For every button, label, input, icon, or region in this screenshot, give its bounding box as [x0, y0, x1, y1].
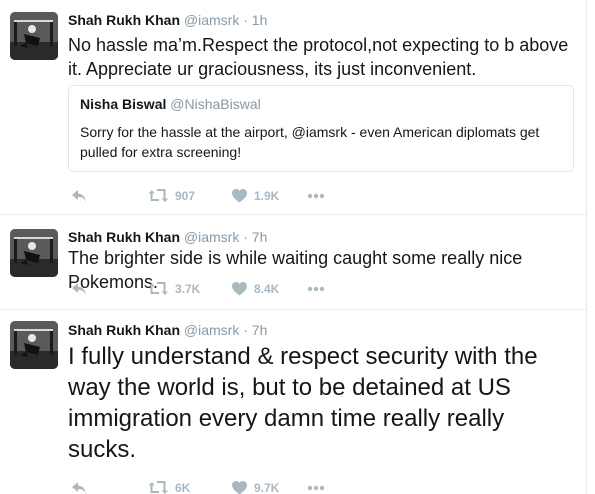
retweet-icon [148, 282, 168, 295]
tweet-actions: 3.7K 8.4K [68, 278, 368, 300]
avatar[interactable] [10, 229, 58, 277]
like-count: 1.9K [254, 189, 280, 203]
timestamp[interactable]: 1h [252, 12, 268, 28]
quoted-tweet-header: Nisha Biswal @NishaBiswal [80, 95, 261, 113]
tweet-actions: 907 1.9K [68, 185, 368, 207]
more-dots-icon [307, 193, 325, 199]
tweet-header: Shah Rukh Khan @iamsrk · 7h [68, 321, 267, 339]
quoted-screenname: @NishaBiswal [170, 96, 261, 112]
avatar[interactable] [10, 12, 58, 60]
tweet-header: Shah Rukh Khan @iamsrk · 1h [68, 11, 267, 29]
quoted-tweet[interactable]: Nisha Biswal @NishaBiswal Sorry for the … [68, 85, 574, 172]
reply-icon [72, 482, 86, 494]
reply-button[interactable] [71, 185, 87, 207]
tweet-header: Shah Rukh Khan @iamsrk · 7h [68, 228, 267, 246]
more-dots-icon [307, 485, 325, 491]
fullname[interactable]: Shah Rukh Khan [68, 229, 180, 245]
avatar[interactable] [10, 321, 58, 369]
more-button[interactable] [307, 477, 325, 494]
scrollbar[interactable] [586, 0, 595, 494]
reply-button[interactable] [71, 278, 87, 300]
tweet-actions: 6K 9.7K [68, 477, 368, 494]
fullname[interactable]: Shah Rukh Khan [68, 12, 180, 28]
tweet[interactable]: Shah Rukh Khan @iamsrk · 1h No hassle ma… [0, 0, 586, 215]
timestamp[interactable]: 7h [252, 229, 268, 245]
screenname[interactable]: @iamsrk [184, 229, 239, 245]
retweet-icon [148, 481, 168, 494]
reply-icon [72, 283, 86, 295]
fullname[interactable]: Shah Rukh Khan [68, 322, 180, 338]
retweet-button[interactable]: 3.7K [148, 278, 200, 300]
tweet-text: No hassle ma’m.Respect the protocol,not … [68, 35, 569, 79]
separator: · [243, 322, 248, 338]
like-button[interactable]: 9.7K [232, 477, 279, 494]
tweet[interactable]: Shah Rukh Khan @iamsrk · 7h The brighter… [0, 215, 586, 310]
quoted-fullname: Nisha Biswal [80, 96, 167, 112]
tweet[interactable]: Shah Rukh Khan @iamsrk · 7h I fully unde… [0, 310, 586, 494]
separator: · [243, 12, 248, 28]
retweet-count: 6K [175, 481, 191, 494]
separator: · [243, 229, 248, 245]
like-count: 8.4K [254, 282, 280, 296]
screenname[interactable]: @iamsrk [184, 322, 239, 338]
retweet-icon [148, 189, 168, 202]
more-button[interactable] [307, 278, 325, 300]
retweet-button[interactable]: 6K [148, 477, 190, 494]
screenname[interactable]: @iamsrk [184, 12, 239, 28]
heart-icon [232, 481, 247, 494]
heart-icon [232, 282, 247, 296]
like-button[interactable]: 8.4K [232, 278, 279, 300]
more-button[interactable] [307, 185, 325, 207]
reply-icon [72, 190, 86, 202]
heart-icon [232, 189, 247, 203]
retweet-count: 907 [175, 189, 196, 203]
more-dots-icon [307, 286, 325, 292]
timestamp[interactable]: 7h [252, 322, 268, 338]
like-count: 9.7K [254, 481, 280, 494]
quoted-tweet-text: Sorry for the hassle at the airport, @ia… [80, 124, 540, 160]
tweet-text: I fully understand & respect security wi… [68, 343, 538, 463]
reply-button[interactable] [71, 477, 87, 494]
like-button[interactable]: 1.9K [232, 185, 279, 207]
retweet-count: 3.7K [175, 282, 201, 296]
tweet-timeline: Shah Rukh Khan @iamsrk · 1h No hassle ma… [0, 0, 586, 494]
retweet-button[interactable]: 907 [148, 185, 195, 207]
